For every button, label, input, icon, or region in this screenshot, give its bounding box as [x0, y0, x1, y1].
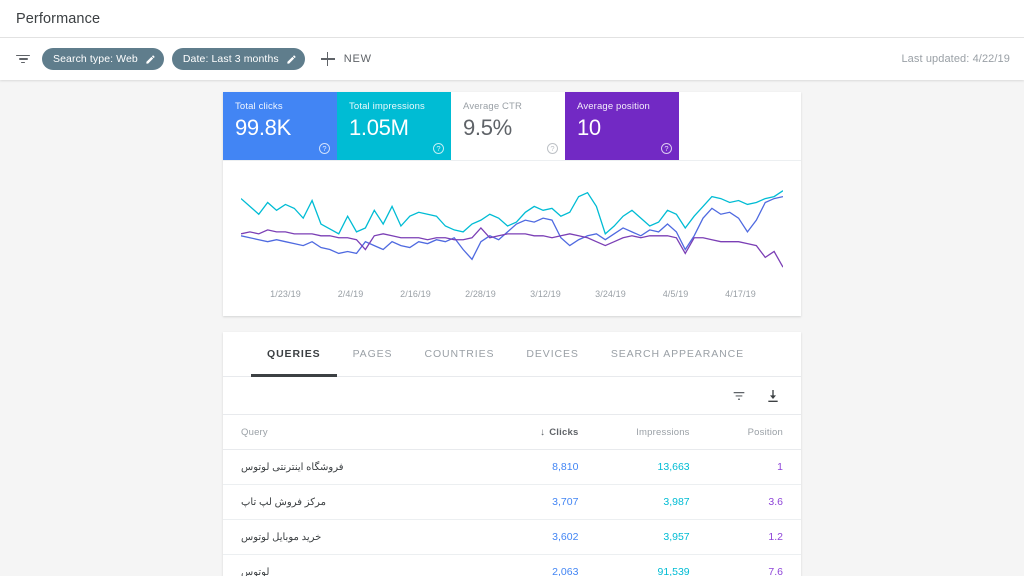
table-header-row: Query ↓ Clicks Impressions Position: [223, 415, 801, 450]
chart-x-tick-label: 3/24/19: [578, 289, 643, 299]
cell-clicks: 2,063: [508, 555, 609, 576]
filter-icon[interactable]: [14, 50, 32, 68]
metric-card-value: 9.5%: [463, 114, 555, 142]
column-header-clicks[interactable]: ↓ Clicks: [508, 415, 609, 450]
help-icon[interactable]: ?: [547, 143, 558, 154]
chart-x-axis: 1/23/192/4/192/16/192/28/193/12/193/24/1…: [241, 283, 783, 299]
query-text: مرکز فروش لپ تاپ: [241, 497, 508, 508]
metric-card-value: 1.05M: [349, 114, 441, 142]
table-row[interactable]: لوتوس2,06391,5397.6: [223, 555, 801, 576]
help-icon[interactable]: ?: [319, 143, 330, 154]
column-header-impressions[interactable]: Impressions: [608, 415, 715, 450]
chart-x-tick-label: 1/23/19: [253, 289, 318, 299]
cell-impressions: 3,957: [608, 520, 715, 555]
metric-card-total-impressions[interactable]: Total impressions 1.05M ?: [337, 92, 451, 160]
table-row[interactable]: فروشگاه اینترنتی لوتوس8,81013,6631: [223, 450, 801, 485]
metric-card-label: Average position: [577, 101, 669, 113]
top-bar: Performance: [0, 0, 1024, 38]
chart-line-total-clicks: [241, 197, 783, 260]
page-title: Performance: [16, 11, 100, 27]
tab-devices[interactable]: DEVICES: [510, 332, 594, 377]
cell-impressions: 91,539: [608, 555, 715, 576]
chart-x-tick-label: 4/17/19: [708, 289, 773, 299]
cell-position: 1.2: [716, 520, 801, 555]
column-header-query[interactable]: Query: [223, 415, 508, 450]
tab-search-appearance[interactable]: SEARCH APPEARANCE: [595, 332, 760, 377]
metric-card-value: 99.8K: [235, 114, 327, 142]
filter-icon[interactable]: [731, 388, 747, 404]
plus-icon: [321, 52, 335, 66]
performance-table-panel: QUERIESPAGESCOUNTRIESDEVICESSEARCH APPEA…: [223, 332, 801, 576]
chart-x-tick-label: 2/4/19: [318, 289, 383, 299]
cell-clicks: 3,602: [508, 520, 609, 555]
filter-chip-date[interactable]: Date: Last 3 months: [172, 48, 305, 70]
tab-queries[interactable]: QUERIES: [251, 332, 337, 377]
column-header-clicks-label: Clicks: [549, 427, 578, 438]
performance-chart-svg: [241, 171, 783, 283]
new-filter-label: NEW: [344, 53, 372, 65]
last-updated-text: Last updated: 4/22/19: [901, 53, 1010, 65]
column-header-position[interactable]: Position: [716, 415, 801, 450]
metric-card-average-position[interactable]: Average position 10 ?: [565, 92, 679, 160]
metric-card-average-ctr[interactable]: Average CTR 9.5% ?: [451, 92, 565, 160]
tab-countries[interactable]: COUNTRIES: [408, 332, 510, 377]
tab-pages[interactable]: PAGES: [337, 332, 409, 377]
cell-impressions: 3,987: [608, 485, 715, 520]
cell-position: 1: [716, 450, 801, 485]
performance-chart: 1/23/192/4/192/16/192/28/193/12/193/24/1…: [223, 161, 801, 316]
filter-bar: Search type: Web Date: Last 3 months NEW…: [0, 38, 1024, 80]
download-icon[interactable]: [765, 388, 781, 404]
metric-card-total-clicks[interactable]: Total clicks 99.8K ?: [223, 92, 337, 160]
query-text: لوتوس: [241, 567, 508, 576]
cell-position: 7.6: [716, 555, 801, 576]
metric-card-value: 10: [577, 114, 669, 142]
filter-chip-search-type-label: Search type: Web: [53, 53, 138, 65]
pencil-icon[interactable]: [145, 54, 156, 65]
table-row[interactable]: مرکز فروش لپ تاپ3,7073,9873.6: [223, 485, 801, 520]
help-icon[interactable]: ?: [433, 143, 444, 154]
metric-card-label: Total clicks: [235, 101, 327, 113]
query-text: فروشگاه اینترنتی لوتوس: [241, 462, 508, 473]
new-filter-button[interactable]: NEW: [321, 52, 372, 66]
performance-chart-panel: Total clicks 99.8K ? Total impressions 1…: [223, 92, 801, 316]
cell-position: 3.6: [716, 485, 801, 520]
help-icon[interactable]: ?: [661, 143, 672, 154]
cell-clicks: 3,707: [508, 485, 609, 520]
metric-card-label: Average CTR: [463, 101, 555, 113]
metric-card-label: Total impressions: [349, 101, 441, 113]
query-text: خرید موبایل لوتوس: [241, 532, 508, 543]
cell-query: خرید موبایل لوتوس: [223, 520, 508, 555]
queries-table: Query ↓ Clicks Impressions Position فروشگ…: [223, 415, 801, 576]
cell-impressions: 13,663: [608, 450, 715, 485]
table-tabs: QUERIESPAGESCOUNTRIESDEVICESSEARCH APPEA…: [223, 332, 801, 377]
chart-x-tick-label: 4/5/19: [643, 289, 708, 299]
metric-cards-filler: [679, 92, 801, 160]
cell-clicks: 8,810: [508, 450, 609, 485]
table-head: Query ↓ Clicks Impressions Position: [223, 415, 801, 450]
table-toolbar: [223, 377, 801, 415]
table-row[interactable]: خرید موبایل لوتوس3,6023,9571.2: [223, 520, 801, 555]
filter-chip-search-type[interactable]: Search type: Web: [42, 48, 164, 70]
chart-x-tick-label: 2/16/19: [383, 289, 448, 299]
content-area: Total clicks 99.8K ? Total impressions 1…: [0, 80, 1024, 576]
cell-query: لوتوس: [223, 555, 508, 576]
filter-chip-date-label: Date: Last 3 months: [183, 53, 279, 65]
metric-cards: Total clicks 99.8K ? Total impressions 1…: [223, 92, 801, 161]
cell-query: مرکز فروش لپ تاپ: [223, 485, 508, 520]
chart-x-tick-label: 3/12/19: [513, 289, 578, 299]
cell-query: فروشگاه اینترنتی لوتوس: [223, 450, 508, 485]
chart-x-tick-label: 2/28/19: [448, 289, 513, 299]
pencil-icon[interactable]: [286, 54, 297, 65]
table-body: فروشگاه اینترنتی لوتوس8,81013,6631مرکز ف…: [223, 450, 801, 576]
sort-arrow-icon: ↓: [540, 427, 545, 438]
